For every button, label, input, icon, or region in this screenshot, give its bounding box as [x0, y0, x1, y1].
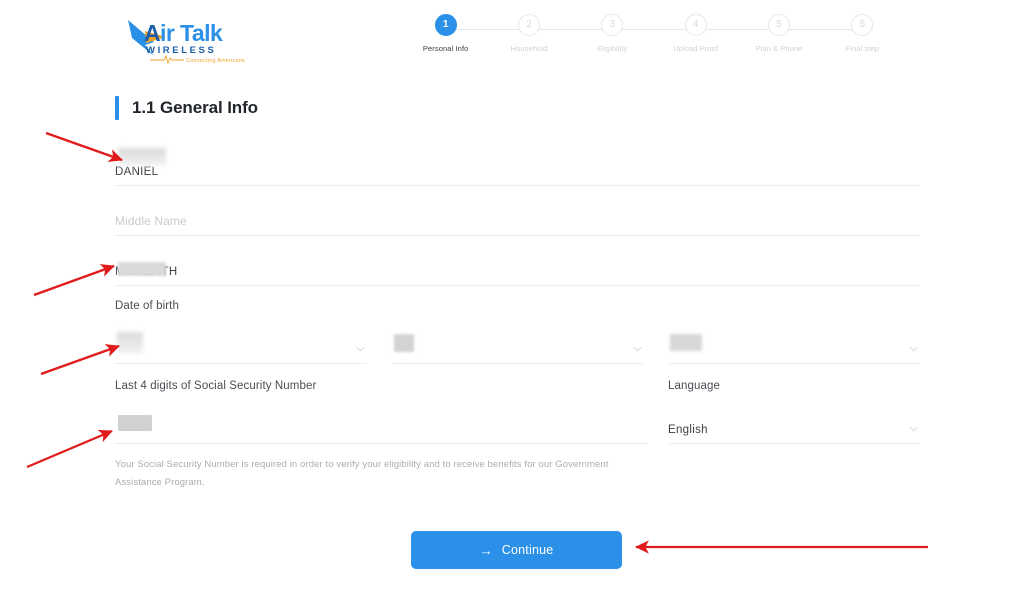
chevron-down-icon[interactable]: [909, 426, 918, 432]
stepper-step-number: 6: [851, 14, 874, 36]
stepper-step-number: 5: [767, 14, 790, 36]
first-name-value[interactable]: DANIEL: [115, 166, 158, 178]
stepper-step-label: Eligibility: [597, 44, 628, 53]
svg-text:Talk: Talk: [180, 20, 223, 46]
progress-stepper: 1 Personal Info 2 Household 3 Eligibility 4 Upl…: [404, 14, 904, 66]
ssn-helper-text: Your Social Security Number is required …: [115, 459, 609, 488]
last-name-field[interactable]: MEREDITH: [115, 248, 920, 286]
dob-month-redaction: [117, 332, 143, 354]
page-title: 1.1 General Info: [132, 98, 258, 117]
first-name-field[interactable]: DANIEL: [115, 148, 920, 186]
stepper-items: 1 Personal Info 2 Household 3 Eligibility 4 Upl…: [404, 14, 904, 53]
signup-page: A ir Talk WIRELESS Connecting Americans …: [0, 0, 1024, 605]
svg-text:ir: ir: [160, 20, 175, 46]
language-select[interactable]: English: [668, 406, 920, 444]
stepper-step-number: 1: [434, 14, 457, 36]
chevron-down-icon[interactable]: [909, 346, 918, 352]
stepper-step-6[interactable]: 6 Final step: [821, 14, 904, 53]
logo-icon: A ir Talk WIRELESS Connecting Americans: [128, 20, 245, 64]
ssn-field[interactable]: [115, 406, 648, 444]
arrow-right-icon: →: [479, 542, 493, 558]
stepper-step-label: Personal Info: [422, 44, 469, 53]
dob-month-select[interactable]: [115, 326, 367, 364]
continue-button-label: Continue: [501, 543, 554, 557]
stepper-step-3[interactable]: 3 Eligibility: [571, 14, 654, 53]
stepper-step-number: 4: [684, 14, 707, 36]
svg-text:Connecting Americans: Connecting Americans: [186, 58, 245, 64]
stepper-step-label: Household: [510, 44, 548, 53]
svg-text:A: A: [144, 20, 160, 46]
ssn-redaction: [118, 415, 152, 431]
arrow-to-last-name: [33, 264, 115, 297]
stepper-step-number: 2: [517, 14, 540, 36]
arrow-to-ssn: [26, 429, 113, 469]
stepper-step-2[interactable]: 2 Household: [487, 14, 570, 53]
dob-day-redaction: [394, 334, 414, 352]
stepper-step-number: 3: [601, 14, 624, 36]
section-accent-bar: [115, 96, 119, 120]
dob-year-redaction: [670, 334, 702, 351]
airtalk-wireless-logo[interactable]: A ir Talk WIRELESS Connecting Americans: [124, 12, 254, 64]
language-label: Language: [668, 380, 720, 392]
svg-text:WIRELESS: WIRELESS: [146, 45, 216, 56]
stepper-step-label: Upload Proof: [673, 44, 719, 53]
first-name-redaction: [118, 148, 166, 166]
chevron-down-icon[interactable]: [356, 346, 365, 352]
stepper-step-label: Plan & Phone: [755, 44, 803, 53]
stepper-step-4[interactable]: 4 Upload Proof: [654, 14, 737, 53]
continue-button[interactable]: → Continue: [411, 531, 622, 569]
dob-label: Date of birth: [115, 300, 179, 312]
arrow-to-first-name: [45, 131, 123, 162]
middle-name-placeholder[interactable]: Middle Name: [115, 214, 187, 228]
ssn-label: Last 4 digits of Social Security Number: [115, 380, 317, 392]
stepper-step-5[interactable]: 5 Plan & Phone: [737, 14, 820, 53]
dob-year-select[interactable]: [668, 326, 920, 364]
section-heading: 1.1 General Info: [115, 95, 258, 121]
language-value[interactable]: English: [668, 424, 708, 436]
middle-name-field[interactable]: Middle Name: [115, 198, 920, 236]
arrow-to-dob: [40, 344, 120, 376]
dob-day-select[interactable]: [392, 326, 644, 364]
chevron-down-icon[interactable]: [633, 346, 642, 352]
stepper-step-1[interactable]: 1 Personal Info: [404, 14, 487, 53]
last-name-redaction: [118, 262, 166, 276]
page-header: A ir Talk WIRELESS Connecting Americans …: [0, 0, 1024, 78]
stepper-step-label: Final step: [845, 44, 880, 53]
